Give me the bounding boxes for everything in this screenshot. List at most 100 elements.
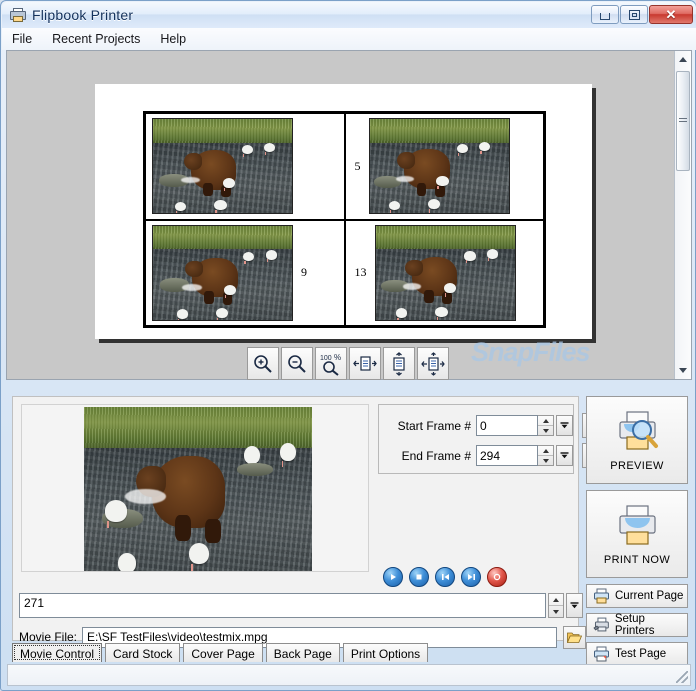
test-page-button[interactable]: Test Page [586, 642, 688, 666]
video-preview-box [21, 404, 369, 572]
print-now-printer-icon [619, 504, 656, 545]
current-frame-input[interactable]: 271 [19, 593, 546, 618]
stop-button[interactable] [409, 567, 429, 587]
fit-page-icon [421, 351, 445, 376]
resize-grip[interactable] [676, 671, 688, 683]
maximize-button[interactable] [620, 5, 648, 24]
start-frame-row: Start Frame # 0 [387, 413, 607, 438]
video-frame[interactable] [84, 407, 312, 571]
maximize-icon [628, 9, 640, 20]
scrollbar-thumb[interactable] [676, 71, 690, 171]
card-thumbnail [152, 118, 293, 215]
test-page-label: Test Page [615, 648, 667, 660]
scroll-down-icon[interactable] [675, 362, 691, 379]
end-frame-row: End Frame # 294 [387, 443, 607, 468]
tab-card-stock[interactable]: Card Stock [105, 643, 181, 662]
tab-cover-page[interactable]: Cover Page [183, 643, 263, 662]
next-button[interactable] [461, 567, 481, 587]
zoom-toolbar: 100 % [247, 347, 449, 380]
window-controls: ✕ [591, 5, 693, 24]
fit-height-icon [393, 351, 405, 376]
current-frame-spinner[interactable] [548, 593, 564, 618]
bottom-panel: Start Frame # 0 End Frame # 294 271 Movi… [6, 384, 692, 684]
record-button[interactable] [487, 567, 507, 587]
preview-scroll-area[interactable]: 1 5 [7, 51, 674, 379]
start-frame-dropdown-button[interactable] [556, 415, 573, 436]
menu-item-help[interactable]: Help [150, 30, 196, 48]
preview-vertical-scrollbar[interactable] [674, 51, 691, 379]
tab-back-page[interactable]: Back Page [265, 643, 340, 662]
fit-width-icon [353, 355, 377, 371]
svg-text:100: 100 [320, 355, 332, 362]
current-page-button[interactable]: Current Page [586, 584, 688, 608]
close-button[interactable]: ✕ [649, 5, 693, 24]
fit-page-button[interactable] [417, 347, 449, 380]
start-frame-spinner[interactable] [538, 415, 554, 436]
status-bar [7, 664, 691, 686]
card-thumbnail [368, 118, 510, 215]
menu-item-recent-projects[interactable]: Recent Projects [42, 30, 150, 48]
svg-text:%: % [334, 353, 341, 362]
application-window: Flipbook Printer ✕ File Recent Projects … [0, 0, 696, 691]
window-title: Flipbook Printer [32, 7, 134, 23]
preview-printer-icon [619, 410, 658, 450]
menu-bar: File Recent Projects Help [2, 28, 696, 50]
menu-item-file[interactable]: File [2, 30, 42, 48]
end-frame-input[interactable]: 294 [476, 445, 538, 466]
test-page-printer-icon [594, 646, 609, 662]
open-folder-icon [567, 632, 582, 643]
card-number: 13 [354, 265, 367, 280]
end-frame-spinner[interactable] [538, 445, 554, 466]
zoom-out-button[interactable] [281, 347, 313, 380]
preview-button[interactable]: PREVIEW [586, 396, 688, 484]
transport-controls [383, 567, 507, 587]
start-frame-label: Start Frame # [397, 418, 471, 433]
zoom-in-button[interactable] [247, 347, 279, 380]
preview-button-label: PREVIEW [610, 459, 664, 472]
movie-control-panel: Start Frame # 0 End Frame # 294 271 Movi… [12, 396, 607, 649]
browse-movie-file-button[interactable] [563, 625, 586, 649]
current-frame-dropdown-button[interactable] [566, 593, 583, 618]
zoom-out-icon [288, 354, 306, 373]
card-grid: 1 5 [143, 111, 546, 328]
zoom-100-percent-icon: 100 % [320, 353, 341, 376]
current-frame-row: 271 [19, 593, 586, 619]
card-number: 9 [301, 265, 307, 280]
start-frame-input[interactable]: 0 [476, 415, 538, 436]
print-now-button[interactable]: PRINT NOW [586, 490, 688, 578]
card-cell[interactable]: 9 [145, 219, 345, 326]
close-icon: ✕ [665, 7, 677, 22]
stop-icon [416, 574, 422, 580]
title-bar: Flipbook Printer ✕ [2, 2, 696, 28]
previous-button[interactable] [435, 567, 455, 587]
chevron-down-icon [570, 602, 579, 609]
print-now-button-label: PRINT NOW [603, 553, 671, 566]
frame-range-group: Start Frame # 0 End Frame # 294 [378, 404, 607, 474]
printer-settings-icon [593, 617, 609, 632]
setup-printers-button[interactable]: Setup Printers [586, 613, 688, 637]
action-button-column: PREVIEW PRINT NOW Current Page Setup Pri… [586, 396, 688, 671]
preview-page[interactable]: 1 5 [95, 84, 592, 339]
scroll-up-icon[interactable] [675, 51, 691, 68]
card-cell[interactable]: 13 [344, 219, 544, 326]
fit-height-button[interactable] [383, 347, 415, 380]
card-number: 5 [354, 158, 361, 173]
tab-print-options[interactable]: Print Options [342, 643, 429, 662]
card-cell[interactable]: 5 [344, 113, 544, 220]
card-cell[interactable]: 1 [145, 113, 345, 220]
next-icon [467, 574, 475, 580]
minimize-button[interactable] [591, 5, 619, 24]
current-page-label: Current Page [615, 590, 684, 602]
setup-printers-label: Setup Printers [614, 613, 655, 637]
chevron-down-icon [560, 452, 569, 459]
play-button[interactable] [383, 567, 403, 587]
play-icon [391, 574, 396, 580]
zoom-100-button[interactable]: 100 % [315, 347, 347, 380]
fit-width-button[interactable] [349, 347, 381, 380]
tab-movie-control[interactable]: Movie Control [12, 643, 103, 662]
minimize-icon [600, 13, 610, 20]
zoom-in-icon [254, 354, 272, 373]
end-frame-dropdown-button[interactable] [556, 445, 573, 466]
printer-icon [10, 8, 26, 22]
card-thumbnail [152, 224, 293, 321]
